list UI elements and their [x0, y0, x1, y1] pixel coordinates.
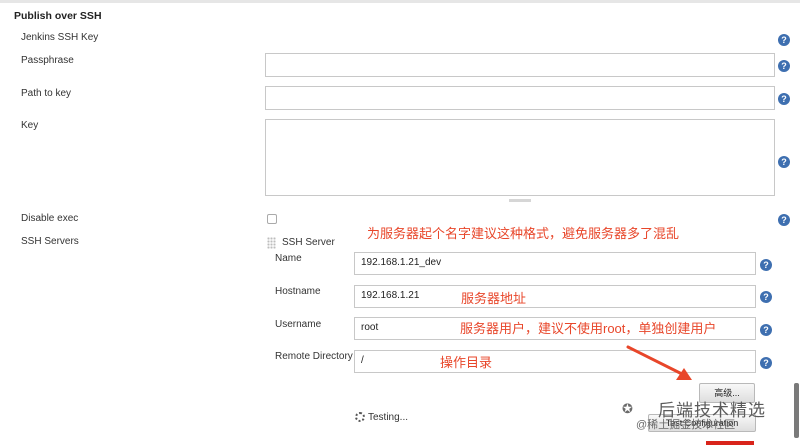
name-label: Name: [275, 253, 302, 264]
help-icon[interactable]: ?: [760, 324, 772, 336]
help-icon[interactable]: ?: [778, 34, 790, 46]
ssh-server-header: SSH Server: [282, 237, 335, 248]
remote-directory-label: Remote Directory: [275, 351, 353, 362]
disable-exec-checkbox[interactable]: [267, 214, 277, 224]
passphrase-label: Passphrase: [21, 55, 74, 66]
spinner-icon: [355, 412, 365, 422]
hostname-label: Hostname: [275, 286, 321, 297]
path-to-key-label: Path to key: [21, 88, 72, 99]
key-label: Key: [21, 120, 39, 131]
annotation-hostname-tip: 服务器地址: [461, 291, 527, 306]
passphrase-input[interactable]: [265, 53, 775, 77]
wechat-icon: ✪: [622, 401, 633, 416]
key-textarea[interactable]: [265, 119, 775, 196]
delete-button[interactable]: [706, 441, 754, 445]
help-icon[interactable]: ?: [760, 291, 772, 303]
textarea-resize-handle[interactable]: [509, 199, 531, 202]
help-icon[interactable]: ?: [778, 214, 790, 226]
testing-status: Testing...: [368, 412, 409, 423]
name-input[interactable]: 192.168.1.21_dev: [354, 252, 756, 275]
drag-handle-icon[interactable]: [267, 237, 276, 249]
help-icon[interactable]: ?: [760, 259, 772, 271]
arrow-icon: [626, 345, 692, 380]
top-divider: [0, 0, 800, 3]
help-icon[interactable]: ?: [778, 60, 790, 72]
watermark-subtitle: @稀土掘金技术社区: [636, 419, 736, 431]
section-title: Publish over SSH: [14, 10, 102, 22]
help-icon[interactable]: ?: [778, 156, 790, 168]
hostname-input[interactable]: 192.168.1.21: [354, 285, 756, 308]
scrollbar[interactable]: [794, 383, 799, 438]
ssh-servers-label: SSH Servers: [21, 236, 79, 247]
username-label: Username: [275, 319, 322, 330]
disable-exec-label: Disable exec: [21, 213, 79, 224]
path-to-key-input[interactable]: [265, 86, 775, 110]
help-icon[interactable]: ?: [760, 357, 772, 369]
jenkins-ssh-key-label: Jenkins SSH Key: [21, 32, 99, 43]
annotation-naming-tip: 为服务器起个名字建议这种格式，避免服务器多了混乱: [367, 226, 680, 241]
annotation-username-tip: 服务器用户，建议不使用root，单独创建用户: [460, 321, 717, 336]
help-icon[interactable]: ?: [778, 93, 790, 105]
annotation-directory-tip: 操作目录: [440, 355, 493, 370]
